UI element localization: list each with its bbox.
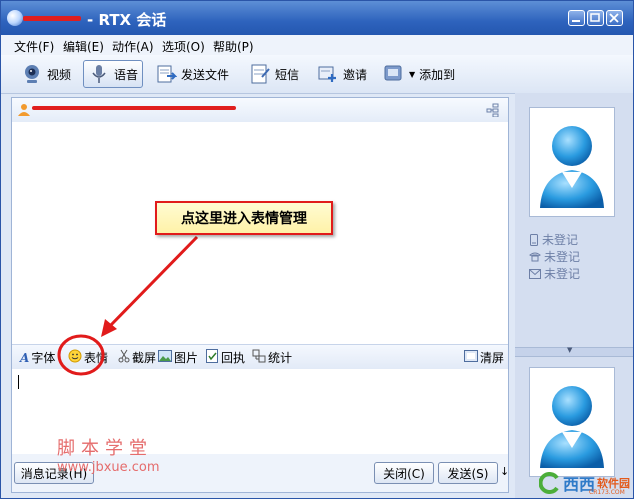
watermark-url: www.jbxue.com (57, 460, 160, 475)
annotation-overlay (57, 235, 199, 376)
rtx-chat-window: - RTX 会话 文件(F) 编辑(E) 动作(A) 选项(O) 帮助(P) 视… (0, 0, 634, 499)
watermark-title: 脚本学堂 (57, 438, 153, 459)
annotation-callout: 点这里进入表情管理 (155, 201, 333, 235)
brand-logo-icon (539, 472, 559, 494)
brand-domain: CR173.COM (589, 489, 625, 496)
pointer-arrow (107, 235, 199, 329)
highlight-circle (57, 334, 105, 376)
watermark: 脚本学堂 www.jbxue.com (57, 434, 160, 475)
